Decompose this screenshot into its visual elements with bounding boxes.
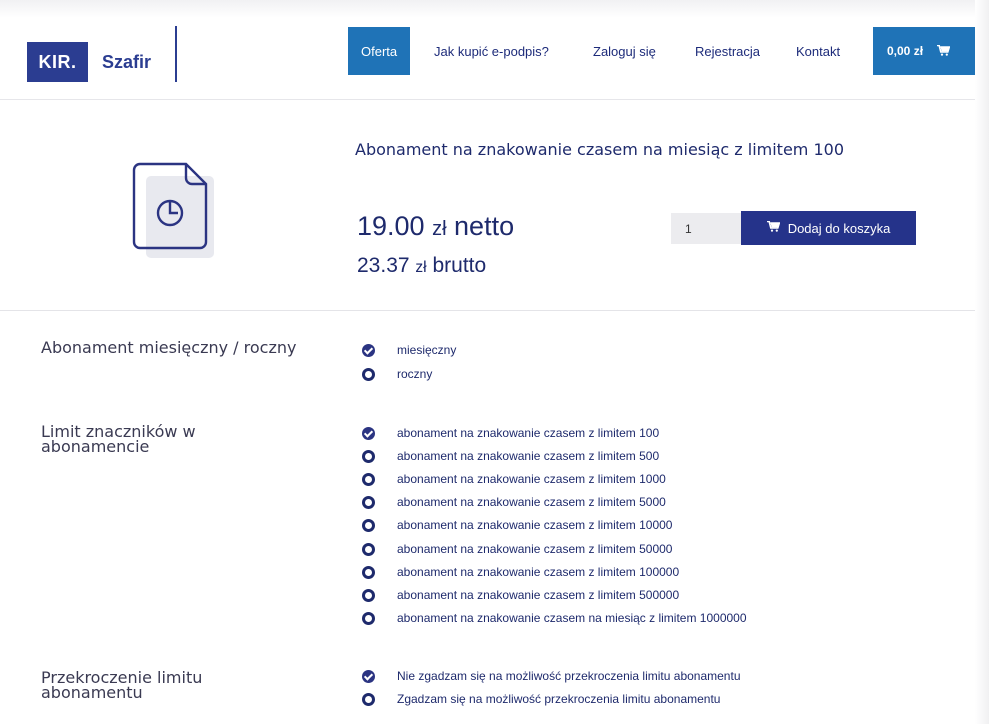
radio-option-limit-1000[interactable]: abonament na znakowanie czasem z limitem… [362, 470, 666, 488]
product-title: Abonament na znakowanie czasem na miesią… [355, 140, 844, 159]
radio-option-limit-1000000[interactable]: abonament na znakowanie czasem na miesią… [362, 609, 747, 627]
radio-unchecked-icon [362, 692, 375, 706]
radio-unchecked-icon [362, 495, 375, 509]
price-brutto-unit: zł [415, 259, 427, 276]
option-label: abonament na znakowanie czasem na miesią… [397, 611, 747, 625]
price-brutto-value: 23.37 [357, 254, 410, 277]
price-netto: 19.00 zł netto [357, 211, 514, 242]
radio-unchecked-icon [362, 611, 375, 625]
radio-option-limit-100000[interactable]: abonament na znakowanie czasem z limitem… [362, 563, 679, 581]
radio-checked-icon [362, 669, 375, 683]
option-label: roczny [397, 367, 433, 381]
quantity-input[interactable] [671, 213, 741, 244]
price-netto-unit: zł [432, 218, 447, 240]
radio-unchecked-icon [362, 565, 375, 579]
section-divider [0, 310, 989, 311]
radio-option-no-overrun[interactable]: Nie zgadzam się na możliwość przekroczen… [362, 667, 741, 685]
nav-item-oferta[interactable]: Oferta [348, 27, 411, 75]
cart-total: 0,00 zł [887, 44, 924, 58]
shopping-cart-icon [766, 220, 781, 235]
price-brutto: 23.37 zł brutto [357, 254, 486, 278]
option-label: abonament na znakowanie czasem z limitem… [397, 426, 660, 440]
option-label: abonament na znakowanie czasem z limitem… [397, 588, 680, 602]
add-to-cart-button[interactable]: Dodaj do koszyka [741, 211, 916, 245]
page: KIR. Szafir Oferta Jak kupić e-podpis? Z… [0, 0, 989, 724]
radio-option-limit-500[interactable]: abonament na znakowanie czasem z limitem… [362, 447, 659, 465]
group-label-subscription-period: Abonament miesięczny / roczny [41, 338, 297, 357]
radio-unchecked-icon [362, 518, 375, 532]
document-clock-icon [132, 162, 216, 260]
radio-unchecked-icon [362, 588, 375, 602]
site-header: KIR. Szafir Oferta Jak kupić e-podpis? Z… [0, 0, 976, 100]
option-label: Nie zgadzam się na możliwość przekroczen… [397, 669, 741, 683]
window-right-shadow [975, 0, 989, 724]
nav-item-zaloguj[interactable]: Zaloguj się [593, 27, 656, 75]
group-label-stamp-limit: Limit znaczników w abonamencie [41, 422, 196, 456]
option-label: abonament na znakowanie czasem z limitem… [397, 518, 673, 532]
radio-option-limit-100[interactable]: abonament na znakowanie czasem z limitem… [362, 424, 659, 442]
radio-option-limit-5000[interactable]: abonament na znakowanie czasem z limitem… [362, 493, 666, 511]
radio-option-monthly[interactable]: miesięczny [362, 341, 456, 359]
nav-item-kontakt[interactable]: Kontakt [796, 27, 840, 75]
price-brutto-label: brutto [432, 254, 487, 277]
radio-checked-icon [362, 426, 375, 440]
option-label: abonament na znakowanie czasem z limitem… [397, 495, 666, 509]
nav-cart-button[interactable]: 0,00 zł [873, 27, 976, 75]
radio-option-limit-500000[interactable]: abonament na znakowanie czasem z limitem… [362, 586, 679, 604]
radio-unchecked-icon [362, 542, 375, 556]
radio-unchecked-icon [362, 449, 375, 463]
option-label: abonament na znakowanie czasem z limitem… [397, 565, 680, 579]
nav-item-jak-kupic[interactable]: Jak kupić e-podpis? [434, 27, 549, 75]
main-nav: Oferta Jak kupić e-podpis? Zaloguj się R… [0, 27, 976, 75]
radio-option-limit-50000[interactable]: abonament na znakowanie czasem z limitem… [362, 540, 672, 558]
nav-item-rejestracja[interactable]: Rejestracja [695, 27, 760, 75]
radio-checked-icon [362, 343, 375, 357]
option-label: abonament na znakowanie czasem z limitem… [397, 449, 660, 463]
price-netto-label: netto [454, 211, 515, 241]
radio-option-limit-10000[interactable]: abonament na znakowanie czasem z limitem… [362, 516, 672, 534]
radio-unchecked-icon [362, 472, 375, 486]
price-netto-value: 19.00 [357, 211, 425, 241]
shopping-cart-icon [937, 44, 951, 59]
add-to-cart-label: Dodaj do koszyka [787, 220, 891, 236]
group-label-limit-overrun: Przekroczenie limitu abonamentu [41, 668, 203, 702]
option-label: Zgadzam się na możliwość przekroczenia l… [397, 692, 721, 706]
option-label: abonament na znakowanie czasem z limitem… [397, 472, 666, 486]
option-label: abonament na znakowanie czasem z limitem… [397, 542, 673, 556]
radio-unchecked-icon [362, 367, 375, 381]
radio-option-yearly[interactable]: roczny [362, 365, 432, 383]
option-label: miesięczny [397, 343, 457, 357]
radio-option-allow-overrun[interactable]: Zgadzam się na możliwość przekroczenia l… [362, 690, 720, 708]
